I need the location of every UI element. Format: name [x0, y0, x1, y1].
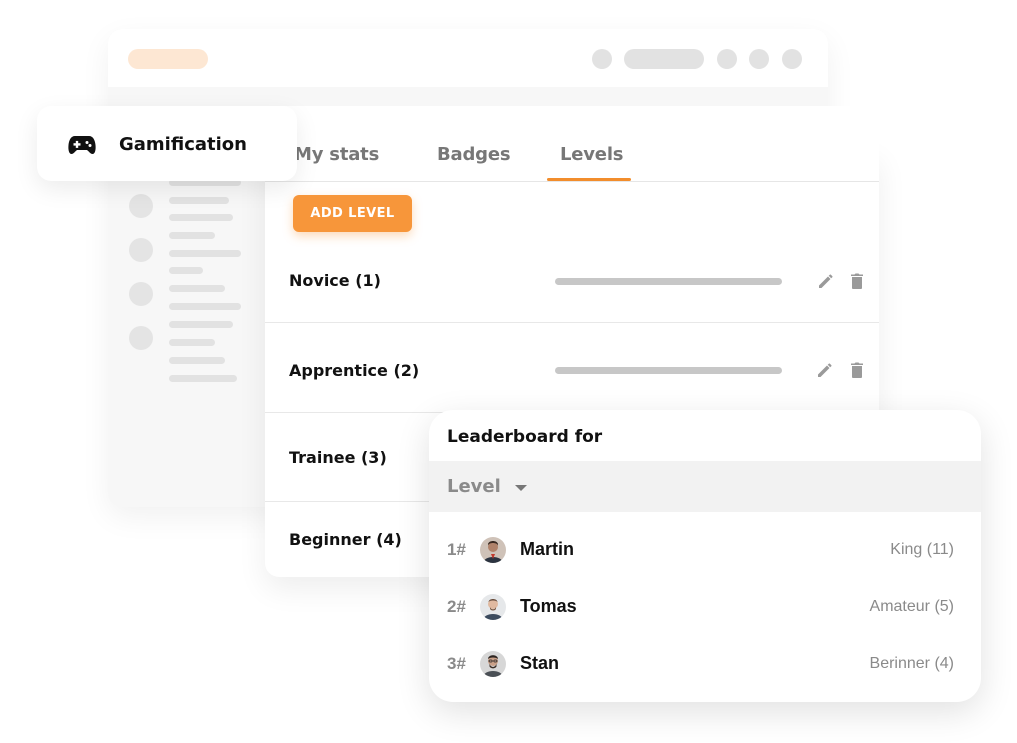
placeholder-line	[169, 339, 215, 346]
placeholder-line	[169, 250, 241, 257]
level-filter-dropdown[interactable]: Level	[429, 461, 981, 512]
tab-badges[interactable]: Badges	[437, 144, 511, 165]
rank-label: 2#	[447, 597, 466, 616]
avatar	[480, 651, 506, 677]
pencil-icon[interactable]	[816, 271, 836, 291]
level-progress-bar	[555, 367, 782, 374]
level-progress-bar	[555, 278, 782, 285]
placeholder-pill	[624, 49, 704, 69]
placeholder-dot	[717, 49, 737, 69]
pencil-icon[interactable]	[815, 360, 835, 380]
placeholder-line	[169, 303, 241, 310]
placeholder-line	[169, 285, 225, 292]
player-level: Amateur (5)	[869, 598, 954, 615]
app-header: Gamification	[37, 106, 297, 181]
placeholder-line	[169, 232, 215, 239]
tab-bar: My stats Badges Levels	[265, 106, 879, 182]
level-name: Novice (1)	[289, 271, 381, 290]
placeholder-pill	[128, 49, 208, 69]
level-name: Apprentice (2)	[289, 361, 420, 380]
trash-icon[interactable]	[847, 271, 867, 291]
player-name: Stan	[520, 653, 560, 673]
rank-label: 1#	[447, 540, 466, 559]
player-name: Martin	[520, 539, 574, 559]
placeholder-dot	[592, 49, 612, 69]
leaderboard-row: 1# Martin King (11)	[429, 530, 981, 570]
placeholder-line	[169, 197, 229, 204]
placeholder-line	[169, 375, 237, 382]
placeholder-line	[169, 357, 225, 364]
placeholder-avatar	[129, 194, 153, 218]
active-tab-indicator	[547, 178, 631, 181]
app-title: Gamification	[119, 134, 247, 155]
placeholder-avatar	[129, 282, 153, 306]
filter-selected-value: Level	[447, 476, 501, 497]
level-row: Apprentice (2)	[265, 323, 879, 413]
leaderboard-title: Leaderboard for	[447, 427, 603, 447]
leaderboard-card: Leaderboard for Level 1# Martin King (11…	[429, 410, 981, 702]
caret-down-icon	[515, 485, 527, 491]
avatar	[480, 594, 506, 620]
trash-icon[interactable]	[847, 360, 867, 380]
placeholder-avatar	[129, 238, 153, 262]
player-name: Tomas	[520, 596, 577, 616]
background-topbar	[108, 29, 828, 87]
gamepad-icon	[68, 136, 96, 154]
placeholder-dot	[782, 49, 802, 69]
placeholder-dot	[749, 49, 769, 69]
player-level: Berinner (4)	[869, 655, 954, 672]
tab-my-stats[interactable]: My stats	[294, 144, 379, 165]
level-name: Trainee (3)	[289, 448, 387, 467]
level-row: Novice (1)	[265, 233, 879, 323]
placeholder-avatar	[129, 326, 153, 350]
avatar	[480, 537, 506, 563]
rank-label: 3#	[447, 654, 466, 673]
leaderboard-row: 3# Stan Berinner (4)	[429, 644, 981, 684]
placeholder-line	[169, 267, 203, 274]
placeholder-line	[169, 321, 233, 328]
tab-levels[interactable]: Levels	[560, 144, 624, 165]
level-name: Beginner (4)	[289, 530, 402, 549]
add-level-button[interactable]: ADD LEVEL	[293, 195, 412, 232]
placeholder-line	[169, 214, 233, 221]
player-level: King (11)	[890, 541, 954, 558]
leaderboard-row: 2# Tomas Amateur (5)	[429, 587, 981, 627]
